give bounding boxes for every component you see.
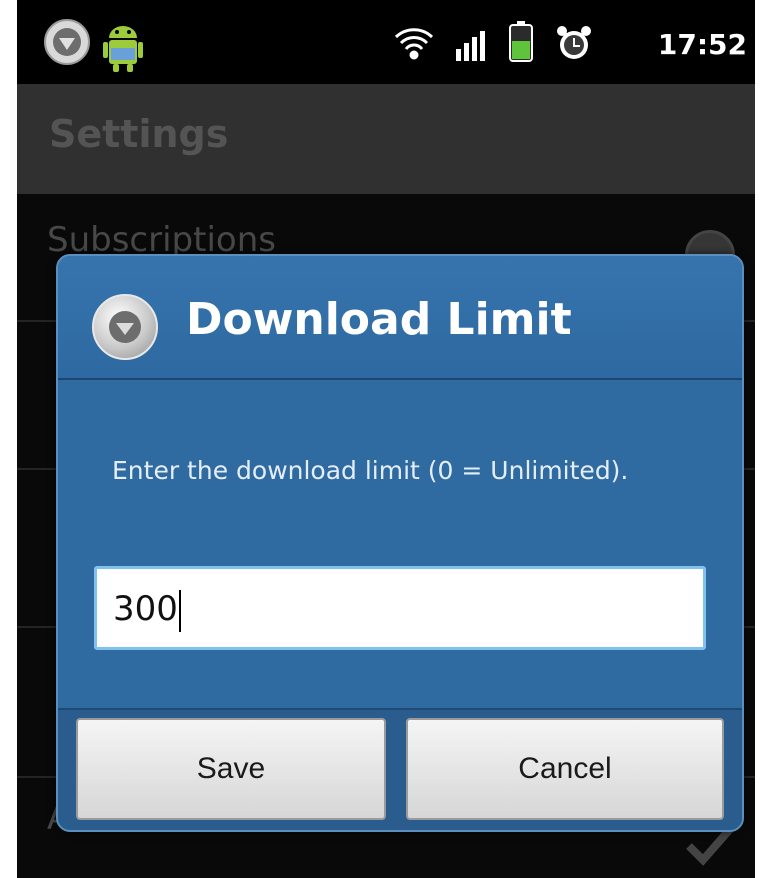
notification-icons	[41, 14, 171, 74]
system-indicators: 17:52	[390, 14, 747, 74]
status-bar: 17:52	[17, 0, 755, 84]
dialog-info-icon	[92, 294, 158, 360]
alarm-icon	[556, 26, 591, 59]
cancel-button[interactable]: Cancel	[406, 718, 724, 820]
status-clock: 17:52	[657, 27, 747, 61]
signal-icon	[455, 31, 485, 61]
save-button[interactable]: Save	[76, 718, 386, 820]
dialog-message: Enter the download limit (0 = Unlimited)…	[112, 456, 629, 485]
download-limit-input[interactable]: 300	[94, 566, 706, 650]
download-limit-dialog: Download Limit Enter the download limit …	[56, 254, 744, 832]
app-notification-icon	[44, 19, 90, 65]
wifi-icon	[394, 28, 433, 60]
battery-icon	[508, 21, 533, 62]
phone-screen: 17:52 Settings Subscriptions Auto-start	[17, 0, 755, 878]
dialog-header: Download Limit	[58, 256, 742, 380]
android-robot-icon	[103, 26, 143, 72]
dialog-button-bar: Save Cancel	[58, 708, 742, 830]
dialog-title: Download Limit	[186, 294, 572, 345]
input-value: 300	[113, 589, 178, 629]
text-cursor	[178, 589, 181, 632]
